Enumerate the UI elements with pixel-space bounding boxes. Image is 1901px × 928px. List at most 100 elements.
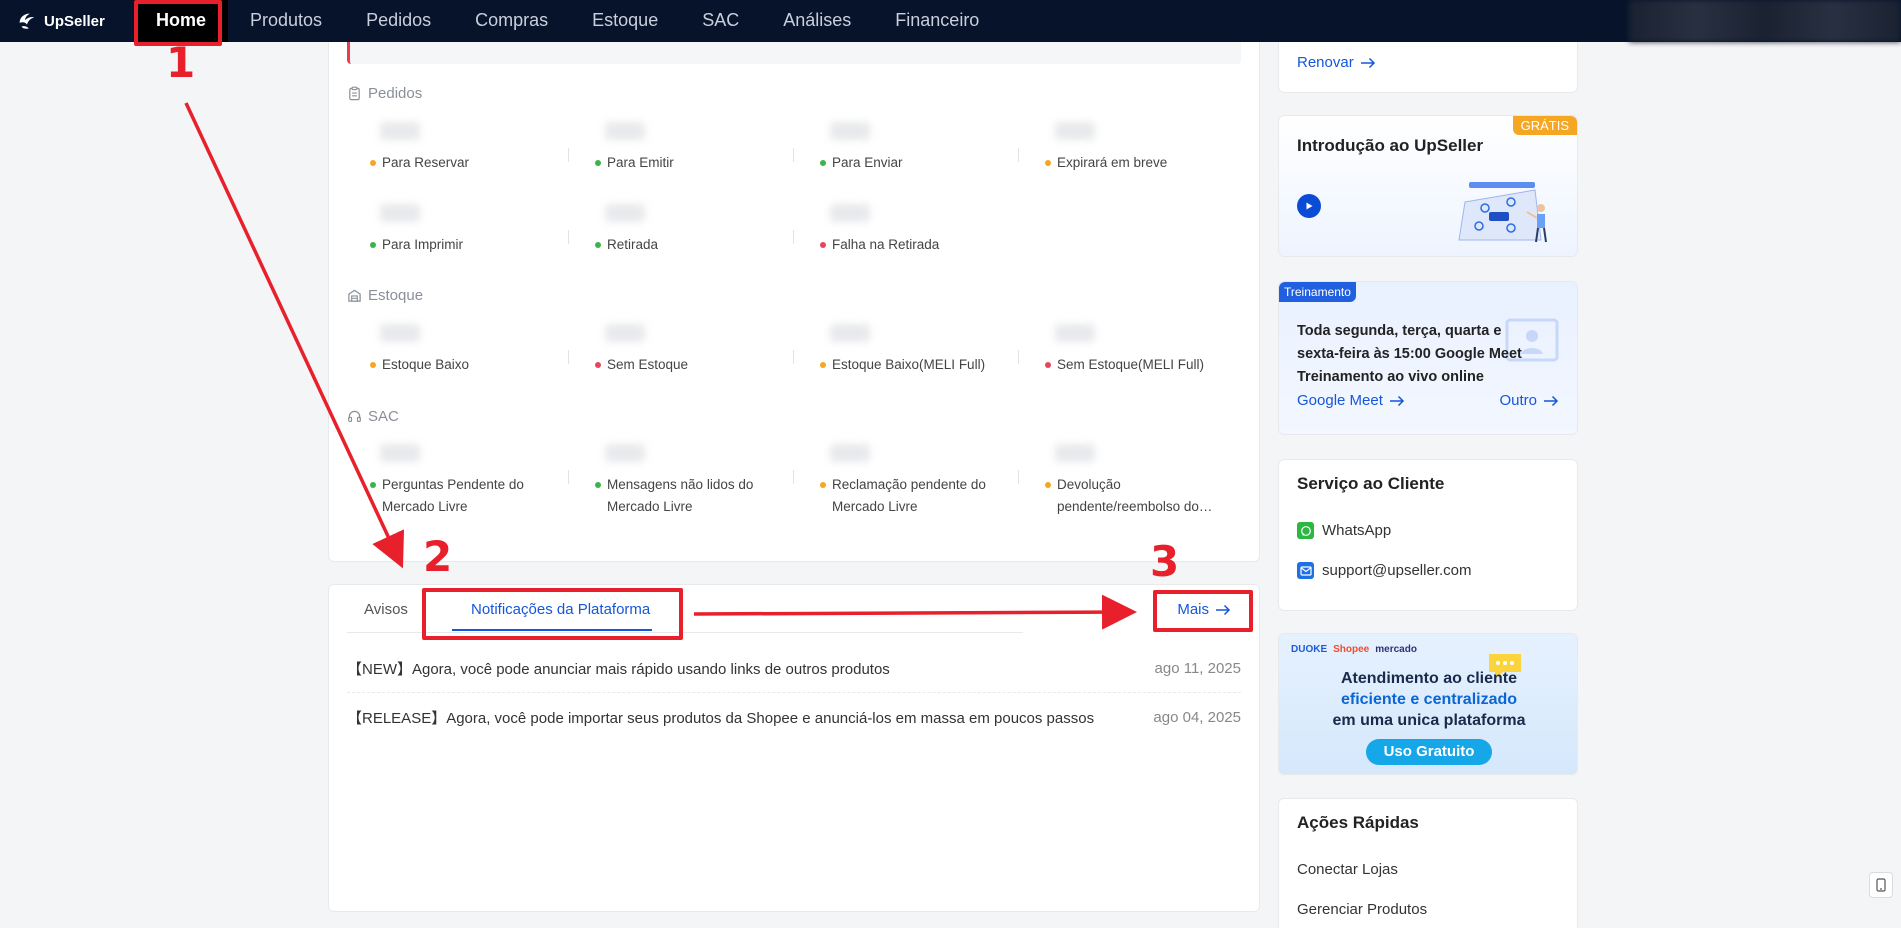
metric-para-imprimir[interactable]: Para Imprimir <box>370 204 575 256</box>
mobile-app-icon[interactable] <box>1869 872 1893 898</box>
training-badge: Treinamento <box>1279 282 1356 302</box>
metric-value-blurred <box>605 204 645 222</box>
email-contact[interactable]: support@upseller.com <box>1297 562 1471 579</box>
section-pedidos-title: Pedidos <box>347 85 422 102</box>
annotation-box-2 <box>422 588 683 640</box>
divider <box>1018 470 1019 484</box>
metric-value-blurred <box>830 324 870 342</box>
subscription-card: Renovar <box>1278 42 1578 93</box>
status-dot-green <box>595 160 601 166</box>
annotation-number-1: 1 <box>166 38 196 87</box>
divider <box>568 350 569 364</box>
section-estoque-title: Estoque <box>347 287 423 304</box>
arrow-right-icon <box>1389 395 1404 406</box>
metric-para-reservar[interactable]: Para Reservar <box>370 122 575 174</box>
metric-estoque-baixo[interactable]: Estoque Baixo <box>370 324 575 376</box>
divider <box>568 230 569 244</box>
metric-value-blurred <box>830 444 870 462</box>
nav-analises[interactable]: Análises <box>761 0 873 42</box>
metric-value-blurred <box>1055 324 1095 342</box>
metric-para-emitir[interactable]: Para Emitir <box>595 122 800 174</box>
upseller-logo[interactable]: UpSeller <box>16 10 134 32</box>
dashboard-overview-panel: Pedidos Para Reservar Para Emitir Para E… <box>328 42 1260 562</box>
divider <box>568 148 569 162</box>
play-icon[interactable] <box>1297 194 1321 218</box>
headset-icon <box>348 410 361 422</box>
metric-value-blurred <box>830 122 870 140</box>
metric-value-blurred <box>605 444 645 462</box>
annotation-box-3 <box>1153 590 1253 632</box>
nav-produtos[interactable]: Produtos <box>228 0 344 42</box>
metric-sem-estoque[interactable]: Sem Estoque <box>595 324 800 376</box>
divider <box>568 470 569 484</box>
metric-estoque-baixo-meli-full[interactable]: Estoque Baixo(MELI Full) <box>820 324 1025 376</box>
metric-value-blurred <box>1055 122 1095 140</box>
metric-value-blurred <box>380 122 420 140</box>
metric-expirara-em-breve[interactable]: Expirará em breve <box>1045 122 1250 174</box>
metric-devolucao-pendente[interactable]: Devolução pendente/reembolso do… <box>1045 444 1250 518</box>
free-use-button[interactable]: Uso Gratuito <box>1366 739 1492 765</box>
status-dot-green <box>595 482 601 488</box>
notice-date: ago 11, 2025 <box>1154 660 1241 677</box>
notice-title[interactable]: 【NEW】Agora, você pode anunciar mais rápi… <box>347 658 890 679</box>
promo-brand-logos: DUOKE Shopee mercado <box>1291 644 1417 655</box>
annotation-number-3: 3 <box>1150 537 1180 586</box>
nav-pedidos[interactable]: Pedidos <box>344 0 453 42</box>
metric-falha-na-retirada[interactable]: Falha na Retirada <box>820 204 1025 256</box>
renew-link[interactable]: Renovar <box>1297 54 1376 71</box>
notice-title[interactable]: 【RELEASE】Agora, você pode importar seus … <box>347 707 1094 728</box>
clipboard-icon <box>349 86 360 101</box>
arrow-right-icon <box>1544 395 1559 406</box>
metric-mensagens-nao-lidos[interactable]: Mensagens não lidos do Mercado Livre <box>595 444 800 518</box>
metric-perguntas-pendente[interactable]: Perguntas Pendente do Mercado Livre <box>370 444 575 518</box>
metric-value-blurred <box>605 122 645 140</box>
connect-stores-link[interactable]: Conectar Lojas <box>1297 861 1398 878</box>
tab-avisos[interactable]: Avisos <box>364 601 408 618</box>
metric-retirada[interactable]: Retirada <box>595 204 800 256</box>
manage-products-link[interactable]: Gerenciar Produtos <box>1297 901 1427 918</box>
whatsapp-icon <box>1297 522 1314 539</box>
status-dot-green <box>370 482 376 488</box>
quick-actions-card: Ações Rápidas Conectar Lojas Gerenciar P… <box>1278 798 1578 928</box>
status-dot-orange <box>370 362 376 368</box>
nav-estoque[interactable]: Estoque <box>570 0 680 42</box>
whatsapp-contact[interactable]: WhatsApp <box>1297 522 1391 539</box>
alert-strip <box>347 42 1241 64</box>
training-description: Toda segunda, terça, quarta e sexta-feir… <box>1297 323 1522 385</box>
notice-date: ago 04, 2025 <box>1153 708 1241 726</box>
metric-reclamacao-pendente[interactable]: Reclamação pendente do Mercado Livre <box>820 444 1025 518</box>
nav-sac[interactable]: SAC <box>680 0 761 42</box>
notice-item[interactable]: 【NEW】Agora, você pode anunciar mais rápi… <box>347 645 1241 693</box>
divider <box>793 470 794 484</box>
status-dot-orange <box>1045 482 1051 488</box>
divider <box>793 350 794 364</box>
promo-headline: Atendimento ao cliente eficiente e centr… <box>1332 670 1526 729</box>
notice-item[interactable]: 【RELEASE】Agora, você pode importar seus … <box>347 693 1241 741</box>
account-area-blurred[interactable] <box>1629 0 1901 42</box>
status-dot-orange <box>820 362 826 368</box>
status-dot-green <box>595 242 601 248</box>
google-meet-link[interactable]: Google Meet <box>1297 392 1405 409</box>
customer-service-card: Serviço ao Cliente WhatsApp support@upse… <box>1278 459 1578 611</box>
metric-sem-estoque-meli-full[interactable]: Sem Estoque(MELI Full) <box>1045 324 1250 376</box>
other-link[interactable]: Outro <box>1499 392 1559 409</box>
status-dot-orange <box>370 160 376 166</box>
promo-banner[interactable]: DUOKE Shopee mercado Atendimento ao clie… <box>1278 633 1578 775</box>
status-dot-orange <box>1045 160 1051 166</box>
divider <box>1018 148 1019 162</box>
training-card: Treinamento Toda segunda, terça, quarta … <box>1278 281 1578 435</box>
nav-compras[interactable]: Compras <box>453 0 570 42</box>
metric-value-blurred <box>1055 444 1095 462</box>
intro-card[interactable]: GRÁTIS Introdução ao UpSeller <box>1278 115 1578 257</box>
status-dot-red <box>1045 362 1051 368</box>
section-sac-title: SAC <box>347 408 399 425</box>
dashboard-illustration-icon <box>1458 182 1547 243</box>
metric-para-enviar[interactable]: Para Enviar <box>820 122 1025 174</box>
status-dot-green <box>370 242 376 248</box>
email-icon <box>1297 562 1314 579</box>
annotation-number-2: 2 <box>423 532 453 581</box>
intro-title: Introdução ao UpSeller <box>1297 136 1484 155</box>
top-navigation: UpSeller Home Produtos Pedidos Compras E… <box>0 0 1901 42</box>
status-dot-red <box>820 242 826 248</box>
nav-financeiro[interactable]: Financeiro <box>873 0 1001 42</box>
